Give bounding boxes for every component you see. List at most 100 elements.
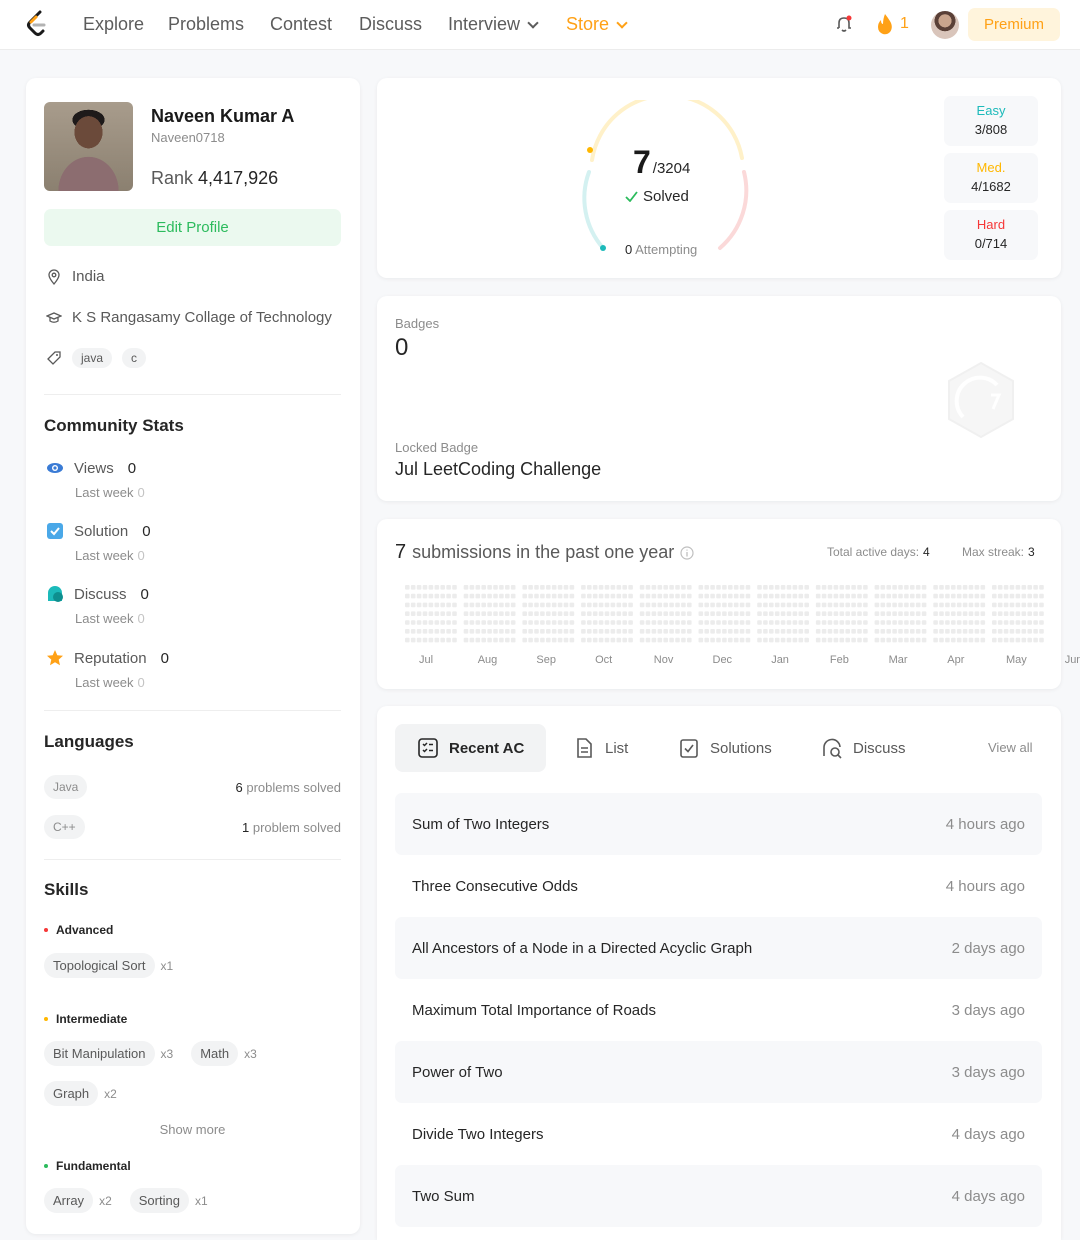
- fire-icon[interactable]: [876, 13, 894, 35]
- heatmap-day: [604, 593, 610, 599]
- skill-group-intermediate: Bit Manipulation x3 Math x3: [44, 1041, 269, 1066]
- tab-solutions[interactable]: Solutions: [656, 724, 794, 772]
- submission-row[interactable]: Sum of Two Integers 4 hours ago: [395, 793, 1042, 855]
- skill-tag[interactable]: Array: [44, 1188, 94, 1213]
- heatmap-day: [992, 593, 997, 599]
- nav-store[interactable]: Store: [566, 14, 628, 35]
- heatmap-day: [475, 602, 481, 608]
- profile-tag[interactable]: java: [72, 348, 113, 368]
- heatmap-day: [722, 585, 727, 590]
- heatmap-day: [698, 620, 704, 625]
- heatmap-day: [546, 602, 551, 608]
- locked-badge-icon[interactable]: [945, 361, 1017, 439]
- heatmap-day: [974, 629, 980, 634]
- streak-count[interactable]: 1: [900, 15, 909, 33]
- heatmap-day: [687, 629, 692, 634]
- nav-interview[interactable]: Interview: [448, 14, 539, 35]
- heatmap-day: [939, 620, 944, 625]
- heatmap-day: [857, 637, 862, 643]
- heatmap-day: [704, 637, 709, 643]
- heatmap-month-label: Dec: [712, 654, 733, 666]
- heatmap-day: [422, 602, 428, 608]
- heatmap-day: [910, 620, 915, 625]
- heatmap-day: [1021, 637, 1027, 643]
- heatmap-day: [557, 620, 563, 625]
- leetcode-logo-icon[interactable]: [24, 10, 50, 38]
- view-all-link[interactable]: View all: [988, 740, 1033, 755]
- stat-reputation: Reputation 0 Last week 0: [46, 649, 169, 690]
- submission-row[interactable]: All Ancestors of a Node in a Directed Ac…: [395, 917, 1042, 979]
- difficulty-medium[interactable]: Med. 4/1682: [944, 153, 1038, 203]
- premium-button[interactable]: Premium: [968, 8, 1060, 41]
- heatmap-day: [733, 593, 739, 599]
- location-pin-icon: [48, 268, 60, 285]
- skill-tag[interactable]: Bit Manipulation: [44, 1041, 155, 1066]
- heatmap-day: [581, 602, 586, 608]
- nav-problems[interactable]: Problems: [168, 14, 244, 35]
- heatmap-day: [422, 585, 428, 590]
- language-tag[interactable]: Java: [44, 775, 88, 799]
- heatmap-day: [616, 637, 622, 643]
- skill-tag[interactable]: Graph: [44, 1081, 99, 1106]
- heatmap-day: [710, 585, 715, 590]
- heatmap-day: [505, 620, 510, 625]
- info-icon[interactable]: [680, 545, 694, 560]
- heatmap-day: [469, 620, 475, 625]
- submission-row[interactable]: Power of Two 3 days ago: [395, 1041, 1042, 1103]
- heatmap-day: [505, 602, 510, 608]
- submission-row[interactable]: Divide Two Integers 4 days ago: [395, 1103, 1042, 1165]
- show-more-link[interactable]: Show more: [44, 1122, 341, 1137]
- edit-profile-button[interactable]: Edit Profile: [44, 209, 341, 246]
- heatmap-day: [739, 585, 745, 590]
- difficulty-easy[interactable]: Easy 3/808: [944, 96, 1038, 146]
- heatmap-day: [546, 593, 551, 599]
- skill-tag[interactable]: Sorting: [129, 1188, 189, 1213]
- heatmap-day: [687, 611, 692, 616]
- tab-list[interactable]: List: [551, 724, 650, 772]
- heatmap-day: [546, 611, 551, 616]
- heatmap-day: [886, 637, 891, 643]
- heatmap-day: [481, 637, 486, 643]
- heatmap-day: [786, 611, 792, 616]
- heatmap-day: [1021, 593, 1027, 599]
- heatmap-day: [569, 620, 575, 625]
- heatmap-day: [962, 602, 968, 608]
- heatmap-day: [463, 585, 469, 590]
- heatmap-day: [528, 602, 533, 608]
- difficulty-hard[interactable]: Hard 0/714: [944, 210, 1038, 260]
- heatmap-day: [522, 611, 527, 616]
- heatmap-day: [722, 593, 727, 599]
- heatmap-day: [1015, 629, 1021, 634]
- nav-discuss[interactable]: Discuss: [359, 14, 422, 35]
- heatmap-day: [669, 611, 674, 616]
- skill-tag[interactable]: Math: [191, 1041, 239, 1066]
- nav-avatar[interactable]: [931, 11, 959, 39]
- community-stats-title: Community Stats: [44, 416, 184, 435]
- heatmap-day: [557, 593, 563, 599]
- submission-row[interactable]: Maximum Total Importance of Roads 3 days …: [395, 979, 1042, 1041]
- heatmap-day: [475, 629, 481, 634]
- profile-tag[interactable]: c: [122, 348, 147, 368]
- heatmap-day: [763, 585, 768, 590]
- heatmap-day: [774, 637, 780, 643]
- language-tag[interactable]: C++: [44, 815, 85, 839]
- heatmap-day: [475, 620, 481, 625]
- bell-icon[interactable]: [834, 14, 854, 34]
- nav-explore[interactable]: Explore: [83, 14, 144, 35]
- submission-row[interactable]: Three Consecutive Odds 4 hours ago: [395, 855, 1042, 917]
- skill-tag[interactable]: Topological Sort: [44, 953, 155, 978]
- tab-recent-ac[interactable]: Recent AC: [395, 724, 547, 772]
- tab-discuss[interactable]: Discuss: [799, 724, 928, 772]
- heatmap-day: [815, 637, 821, 643]
- nav-contest[interactable]: Contest: [270, 14, 332, 35]
- check-icon: [625, 191, 638, 202]
- heatmap-day: [839, 593, 845, 599]
- heatmap-day: [622, 629, 627, 634]
- heatmap-day: [675, 611, 680, 616]
- heatmap-day: [757, 629, 762, 634]
- heatmap-day: [1003, 585, 1009, 590]
- submission-row[interactable]: Two Sum 4 days ago: [395, 1165, 1042, 1227]
- heatmap-day: [628, 602, 633, 608]
- heatmap-day: [745, 637, 751, 643]
- heatmap-day: [968, 629, 974, 634]
